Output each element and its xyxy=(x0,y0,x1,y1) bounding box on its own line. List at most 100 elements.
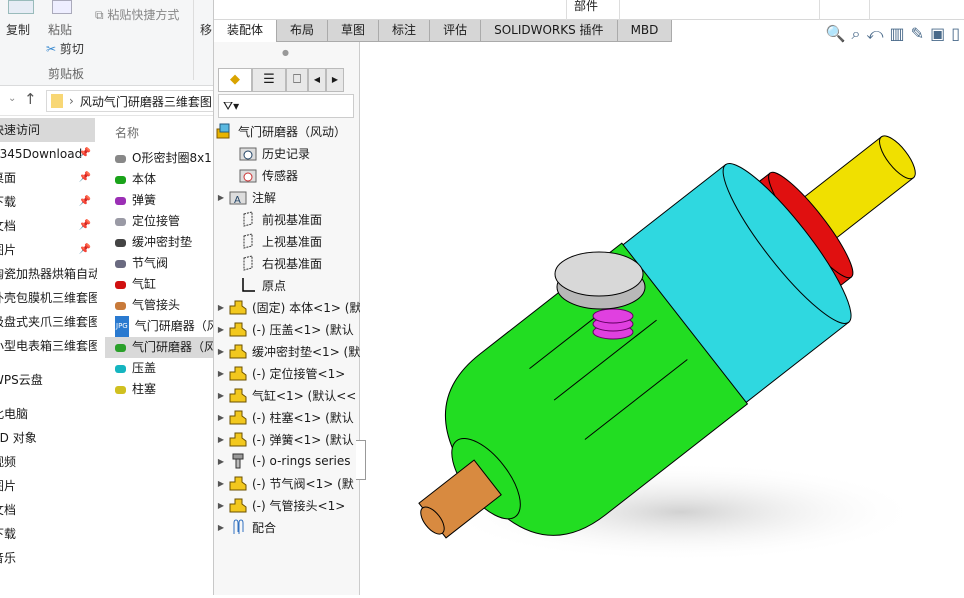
tab-property-manager[interactable]: ☰ xyxy=(252,68,286,92)
tree-item[interactable]: ▶ (-) 定位接管<1> xyxy=(214,362,360,384)
tree-root[interactable]: 气门研磨器（风动） xyxy=(214,120,360,142)
copy-button[interactable]: 复制 xyxy=(6,21,30,38)
expand-arrow-icon[interactable]: ▶ xyxy=(214,413,228,422)
nav-item[interactable] xyxy=(0,392,97,402)
scroll-right-button[interactable]: ▶ xyxy=(326,68,344,92)
nav-item[interactable]: 下载 xyxy=(0,522,97,546)
nav-item[interactable]: 2345Download 📌 xyxy=(0,142,97,166)
expand-arrow-icon[interactable]: ▶ xyxy=(214,501,228,510)
pin-icon[interactable]: 📌 xyxy=(79,142,91,166)
nav-item[interactable]: 吸盘式夹爪三维套图 xyxy=(0,310,97,334)
file-item[interactable]: 弹簧 xyxy=(105,190,214,211)
tree-item[interactable]: 传感器 xyxy=(214,164,360,186)
paste-button[interactable]: 粘贴 xyxy=(48,21,72,38)
nav-item[interactable]: 文档 xyxy=(0,498,97,522)
nav-item[interactable]: 视频 xyxy=(0,450,97,474)
tree-item[interactable]: 前视基准面 xyxy=(214,208,360,230)
nav-item[interactable] xyxy=(0,358,97,368)
tree-item[interactable]: 原点 xyxy=(214,274,360,296)
nav-item[interactable]: 外壳包膜机三维套图 xyxy=(0,286,97,310)
expand-arrow-icon[interactable]: ▶ xyxy=(214,523,228,532)
tree-item[interactable]: ▶ 缓冲密封垫<1> (默 xyxy=(214,340,360,362)
nav-item[interactable]: WPS云盘 xyxy=(0,368,97,392)
address-bar[interactable]: › 风动气门研磨器三维套图 xyxy=(46,90,214,112)
tree-item[interactable]: 历史记录 xyxy=(214,142,360,164)
tab-3[interactable]: 标注 xyxy=(379,20,431,42)
tree-item[interactable]: ▶ (-) 柱塞<1> (默认 xyxy=(214,406,360,428)
tab-configuration-manager[interactable]: ⎕ xyxy=(286,68,308,92)
view-orientation-icon[interactable]: ✎ xyxy=(911,24,924,44)
nav-item[interactable]: 桌面 📌 xyxy=(0,166,97,190)
expand-arrow-icon[interactable]: ▶ xyxy=(214,303,228,312)
tab-2[interactable]: 草图 xyxy=(328,20,380,42)
tree-item[interactable]: ▶ (-) 气管接头<1> xyxy=(214,494,360,516)
nav-item[interactable]: 3D 对象 xyxy=(0,426,97,450)
panel-grip-icon[interactable]: ● xyxy=(282,48,289,57)
move-button[interactable]: 移 xyxy=(200,21,212,38)
tab-6[interactable]: MBD xyxy=(617,20,673,42)
nav-item[interactable]: 此电脑 xyxy=(0,402,97,426)
tree-item[interactable]: ▶ 配合 xyxy=(214,516,360,538)
scroll-left-button[interactable]: ◀ xyxy=(308,68,326,92)
file-item[interactable]: 柱塞 xyxy=(105,379,214,400)
tree-item[interactable]: ▶ A 注解 xyxy=(214,186,360,208)
column-header-name[interactable]: 名称 xyxy=(105,118,214,148)
file-item[interactable]: 压盖 xyxy=(105,358,214,379)
tab-0[interactable]: 装配体 xyxy=(214,20,278,42)
tab-4[interactable]: 评估 xyxy=(430,20,482,42)
expand-arrow-icon[interactable]: ▶ xyxy=(214,435,228,444)
file-item[interactable]: JPG 气门研磨器（风动） xyxy=(105,316,214,337)
file-item[interactable]: 节气阀 xyxy=(105,253,214,274)
tree-item[interactable]: ▶ (-) 节气阀<1> (默 xyxy=(214,472,360,494)
nav-item[interactable]: 小型电表箱三维套图 xyxy=(0,334,97,358)
pin-icon[interactable]: 📌 xyxy=(79,190,91,214)
pin-icon[interactable]: 📌 xyxy=(79,214,91,238)
expand-arrow-icon[interactable]: ▶ xyxy=(214,457,228,466)
tree-item[interactable]: ▶ 气缸<1> (默认<< xyxy=(214,384,360,406)
up-arrow-icon[interactable]: ↑ xyxy=(24,90,37,108)
file-item[interactable]: 气缸 xyxy=(105,274,214,295)
cut-button[interactable]: ✂ 剪切 xyxy=(46,40,84,57)
nav-item[interactable]: 陶瓷加热器烘箱自动 xyxy=(0,262,97,286)
file-item[interactable]: O形密封圈8x1 xyxy=(105,148,214,169)
filter-button[interactable]: ⛛▾ xyxy=(218,94,354,118)
file-item[interactable]: 本体 xyxy=(105,169,214,190)
expand-arrow-icon[interactable]: ▶ xyxy=(214,347,228,356)
zoom-to-fit-icon[interactable]: 🔍 xyxy=(826,24,846,44)
expand-arrow-icon[interactable]: ▶ xyxy=(214,193,228,202)
tree-item[interactable]: 上视基准面 xyxy=(214,230,360,252)
nav-item[interactable]: 下载 📌 xyxy=(0,190,97,214)
expand-arrow-icon[interactable]: ▶ xyxy=(214,369,228,378)
hide-show-icon[interactable]: ▯ xyxy=(951,24,960,44)
expand-arrow-icon[interactable]: ▶ xyxy=(214,479,228,488)
file-item[interactable]: 缓冲密封垫 xyxy=(105,232,214,253)
display-style-icon[interactable]: ▣ xyxy=(930,24,945,44)
section-view-icon[interactable]: ▥ xyxy=(890,24,905,44)
previous-view-icon[interactable]: ⤺ xyxy=(866,24,883,44)
nav-item[interactable]: 音乐 xyxy=(0,546,97,570)
tab-1[interactable]: 布局 xyxy=(277,20,329,42)
zoom-to-area-icon[interactable]: ⌕ xyxy=(851,24,860,44)
assembly-model-3d[interactable] xyxy=(361,42,964,595)
expand-arrow-icon[interactable]: ▶ xyxy=(214,325,228,334)
file-item[interactable]: 气管接头 xyxy=(105,295,214,316)
tree-item[interactable]: ▶ (-) o-rings series xyxy=(214,450,360,472)
tree-item[interactable]: 右视基准面 xyxy=(214,252,360,274)
graphics-viewport[interactable] xyxy=(361,42,964,595)
file-item[interactable]: 定位接管 xyxy=(105,211,214,232)
tree-item[interactable]: ▶ (-) 压盖<1> (默认 xyxy=(214,318,360,340)
paste-shortcut-button[interactable]: ⧉ 粘贴快捷方式 xyxy=(95,6,179,23)
recent-dropdown-icon[interactable]: ⌄ xyxy=(8,93,16,104)
nav-item[interactable]: 文档 📌 xyxy=(0,214,97,238)
nav-item[interactable]: 图片 xyxy=(0,474,97,498)
pin-icon[interactable]: 📌 xyxy=(79,238,91,262)
expand-arrow-icon[interactable]: ▶ xyxy=(214,391,228,400)
tree-item[interactable]: ▶ (-) 弹簧<1> (默认 xyxy=(214,428,360,450)
tab-5[interactable]: SOLIDWORKS 插件 xyxy=(481,20,618,42)
nav-item[interactable]: 快速访问 xyxy=(0,118,95,142)
tab-feature-tree[interactable]: ◆ xyxy=(218,68,252,92)
nav-item[interactable]: 图片 📌 xyxy=(0,238,97,262)
file-item[interactable]: 气门研磨器（风动） xyxy=(105,337,214,358)
pin-icon[interactable]: 📌 xyxy=(79,166,91,190)
tree-item[interactable]: ▶ (固定) 本体<1> (默认 xyxy=(214,296,360,318)
